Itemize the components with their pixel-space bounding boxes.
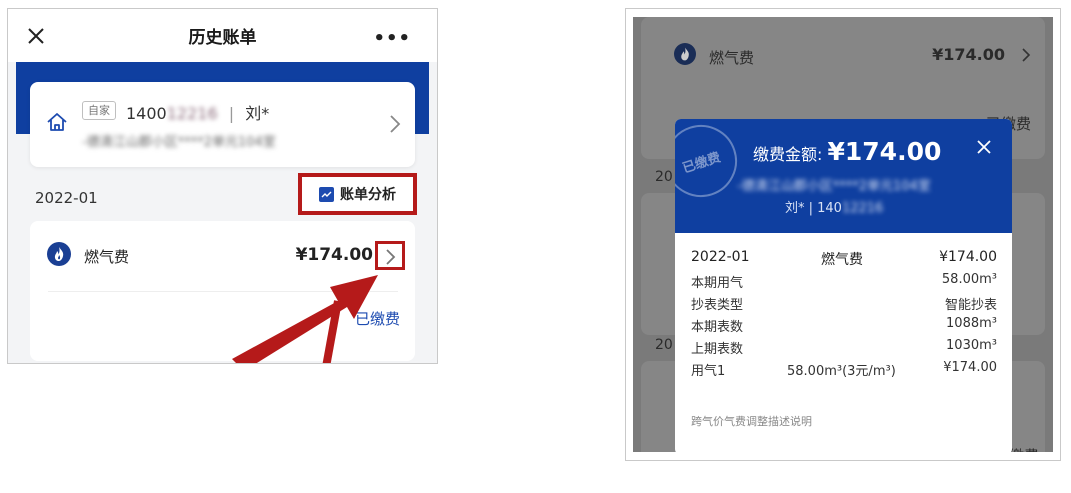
- account-info: 140012216 | 刘*: [126, 100, 269, 124]
- account-card[interactable]: 自家 140012216 | 刘* -德清江山郡小区****2单元104室: [30, 82, 415, 167]
- modal-user: 刘* | 14012216: [785, 197, 883, 216]
- modal-header: 已缴费 缴费金额: ¥174.00 -德清江山郡小区****2单元104室 刘*…: [675, 119, 1012, 233]
- account-separator: |: [228, 104, 235, 123]
- screenshot-stage: 历史账单 ••• 自家 140012216 | 刘* -德清江山郡小区****2…: [0, 0, 1071, 493]
- period-label: 2022-01: [35, 189, 98, 207]
- background-bill-name: 燃气费: [709, 49, 755, 67]
- detail-value: ¥174.00: [939, 249, 997, 265]
- dimmed-background: 燃气费 ¥174.00 已缴费 20 20 已缴费 已缴费 缴费金额:: [633, 17, 1053, 452]
- annotation-arrow-icon: [232, 275, 378, 363]
- amount-value: ¥174.00: [827, 137, 942, 166]
- detail-middle: 58.00m³(3元/m³): [787, 364, 896, 379]
- bill-detail-screen: 燃气费 ¥174.00 已缴费 20 20 已缴费 已缴费 缴费金额:: [625, 8, 1061, 461]
- chevron-right-icon: [390, 115, 401, 133]
- page-title: 历史账单: [188, 28, 257, 48]
- detail-label: 用气1: [691, 364, 726, 379]
- detail-value: 58.00m³: [941, 272, 997, 287]
- bill-analysis-button[interactable]: 账单分析: [298, 173, 417, 215]
- detail-value: ¥174.00: [943, 360, 997, 375]
- gas-flame-icon: [47, 242, 71, 266]
- bill-detail-button[interactable]: [375, 241, 405, 270]
- bill-name: 燃气费: [84, 248, 130, 266]
- modal-user-masked: 12216: [841, 201, 884, 216]
- background-bill-amount: ¥174.00: [932, 45, 1005, 64]
- bill-analysis-label: 账单分析: [340, 187, 396, 203]
- paid-stamp: 已缴费: [675, 119, 747, 207]
- bill-history-screen: 历史账单 ••• 自家 140012216 | 刘* -德清江山郡小区****2…: [7, 8, 438, 364]
- background-period: 20: [655, 169, 673, 185]
- amount-label: 缴费金额:: [753, 145, 823, 164]
- close-icon[interactable]: [976, 139, 992, 155]
- close-icon[interactable]: [26, 26, 46, 46]
- detail-label: 本期表数: [691, 320, 744, 335]
- modal-user-prefix: 刘* | 140: [785, 201, 842, 216]
- chevron-right-icon: [386, 249, 396, 265]
- detail-label: 本期用气: [691, 276, 744, 291]
- account-number-masked: 12216: [166, 104, 218, 123]
- nav-bar: 历史账单 •••: [8, 9, 437, 62]
- detail-label: 抄表类型: [691, 298, 744, 313]
- detail-value: 1088m³: [946, 316, 997, 331]
- background-period-2: 20: [655, 337, 673, 353]
- detail-label: 上期表数: [691, 342, 744, 357]
- modal-amount-row: 缴费金额: ¥174.00: [753, 137, 941, 166]
- house-icon: [47, 113, 67, 131]
- detail-value: 1030m³: [946, 338, 997, 353]
- price-adjustment-note-link[interactable]: 跨气价气费调整描述说明: [691, 413, 812, 429]
- chevron-right-icon: [1022, 48, 1031, 62]
- detail-value: 智能抄表: [944, 298, 997, 313]
- bill-detail-modal: 已缴费 缴费金额: ¥174.00 -德清江山郡小区****2单元104室 刘*…: [675, 119, 1012, 452]
- modal-address: -德清江山郡小区****2单元104室: [737, 179, 931, 194]
- bill-amount: ¥174.00: [295, 245, 373, 265]
- paid-stamp-text: 已缴费: [680, 149, 723, 177]
- detail-label: 2022-01: [691, 249, 750, 265]
- account-owner: 刘*: [245, 104, 270, 123]
- account-number-prefix: 1400: [126, 104, 167, 123]
- gas-flame-icon: [674, 43, 696, 65]
- home-tag: 自家: [82, 101, 116, 120]
- detail-middle: 燃气费: [821, 252, 863, 268]
- chart-icon: [319, 186, 334, 202]
- more-menu-button[interactable]: •••: [373, 28, 411, 49]
- account-address: -德清江山郡小区****2单元104室: [82, 135, 276, 150]
